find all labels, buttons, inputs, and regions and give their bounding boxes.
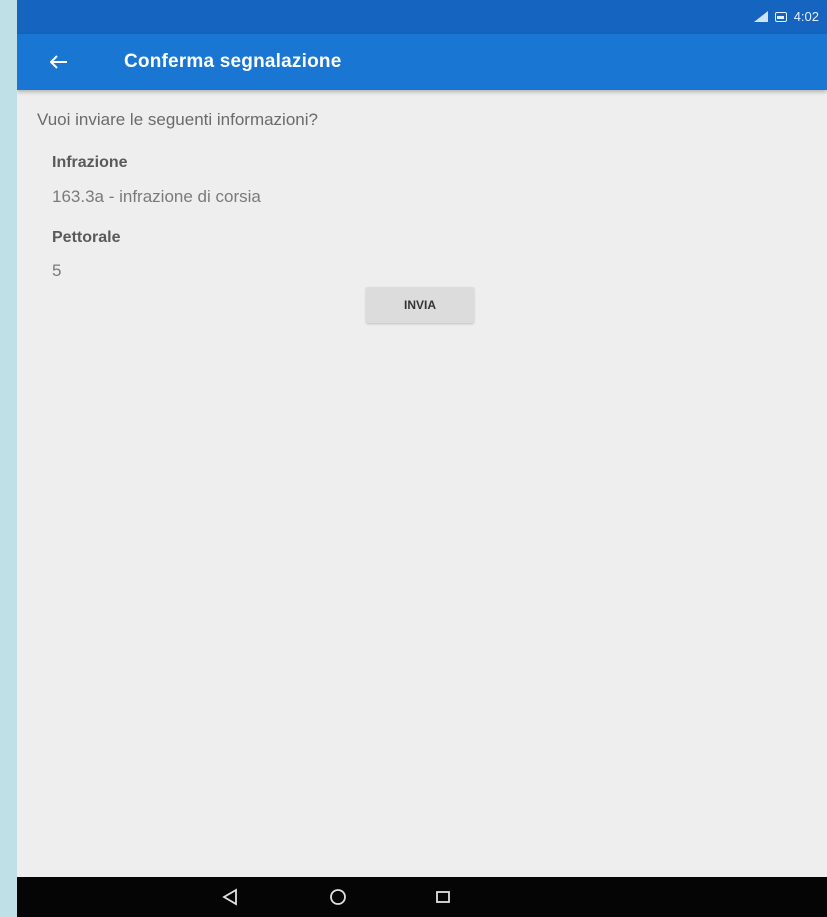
back-button[interactable] <box>43 46 75 78</box>
bib-label: Pettorale <box>52 229 121 246</box>
nav-home-button[interactable] <box>326 885 350 909</box>
infraction-value: 163.3a - infrazione di corsia <box>52 187 261 206</box>
navigation-bar <box>17 877 827 917</box>
confirm-prompt: Vuoi inviare le seguenti informazioni? <box>37 110 318 129</box>
send-button[interactable]: INVIA <box>366 287 474 323</box>
bib-value: 5 <box>52 261 62 280</box>
app-bar: Conferma segnalazione <box>17 34 827 90</box>
infraction-label: Infrazione <box>52 154 128 171</box>
page-title: Conferma segnalazione <box>124 51 342 72</box>
signal-icon <box>752 11 768 22</box>
recents-square-icon <box>436 891 450 903</box>
status-time: 4:02 <box>793 9 819 24</box>
nav-recents-button[interactable] <box>431 885 455 909</box>
status-bar: 4:02 <box>17 0 827 34</box>
nav-back-button[interactable] <box>218 885 242 909</box>
home-circle-icon <box>330 889 346 905</box>
back-triangle-icon <box>222 888 237 906</box>
battery-icon <box>774 11 787 22</box>
arrow-left-icon <box>50 55 67 69</box>
status-icons: 4:02 <box>752 9 819 24</box>
app-screen: 4:02 Conferma segnalazione Vuoi inviare … <box>17 0 827 917</box>
